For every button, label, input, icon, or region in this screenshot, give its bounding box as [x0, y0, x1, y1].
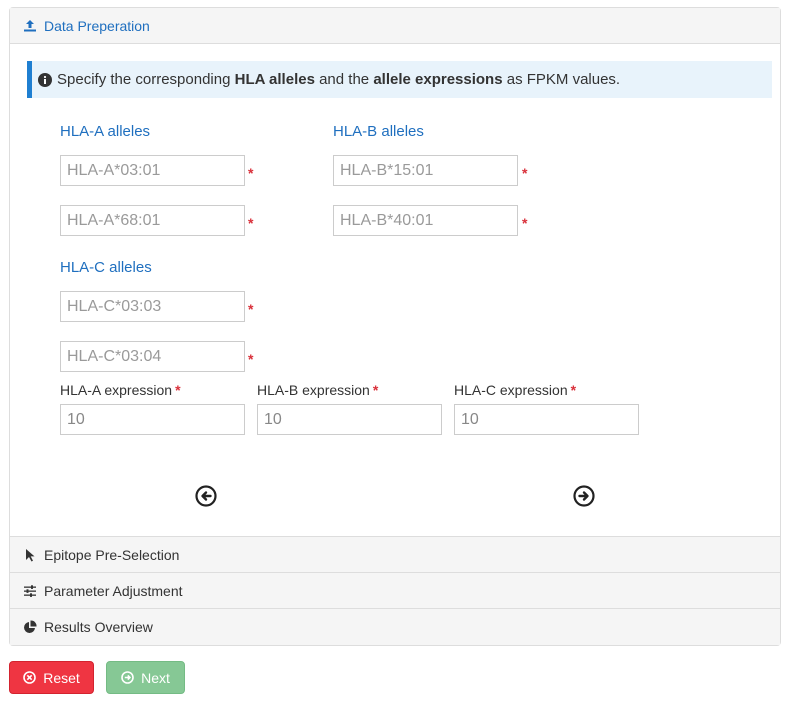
- upload-icon: [22, 18, 38, 34]
- required-marker: *: [522, 165, 528, 181]
- info-text: Specify the corresponding HLA alleles an…: [57, 71, 621, 88]
- hla-c-allele-2-input[interactable]: [60, 341, 245, 372]
- hla-a-title: HLA-A alleles: [60, 123, 151, 140]
- hla-b-title: HLA-B alleles: [333, 123, 424, 140]
- info-alert: Specify the corresponding HLA alleles an…: [27, 61, 772, 98]
- panel-title: Parameter Adjustment: [44, 582, 183, 599]
- arrow-circle-right-icon: [121, 671, 134, 684]
- panel-header-parameter-adjustment[interactable]: Parameter Adjustment: [10, 573, 780, 609]
- panel-header-epitope-pre-selection[interactable]: Epitope Pre-Selection: [10, 537, 780, 573]
- panel-header-data-preparation[interactable]: Data Preperation: [10, 8, 780, 44]
- pie-chart-icon: [22, 619, 38, 635]
- next-button[interactable]: Next: [106, 661, 185, 694]
- required-marker: *: [522, 215, 528, 231]
- required-marker: *: [248, 301, 254, 317]
- hla-c-expression-label: HLA-C expression *: [454, 382, 577, 398]
- required-marker: *: [248, 215, 254, 231]
- cursor-icon: [22, 547, 38, 563]
- next-label: Next: [141, 669, 170, 686]
- panel-header-results-overview[interactable]: Results Overview: [10, 609, 780, 645]
- required-marker: *: [248, 165, 254, 181]
- info-icon: [38, 72, 52, 87]
- previous-arrow-icon[interactable]: [195, 485, 217, 507]
- hla-b-expression-input[interactable]: [257, 404, 442, 435]
- hla-c-allele-1-input[interactable]: [60, 291, 245, 322]
- required-marker: *: [248, 351, 254, 367]
- panel-title: Data Preperation: [44, 17, 150, 34]
- hla-a-expression-input[interactable]: [60, 404, 245, 435]
- reset-button[interactable]: Reset: [9, 661, 94, 694]
- reset-circle-icon: [23, 671, 37, 684]
- sliders-icon: [22, 583, 38, 599]
- panel-title: Results Overview: [44, 619, 153, 635]
- hla-a-allele-1-input[interactable]: [60, 155, 245, 186]
- hla-a-allele-2-input[interactable]: [60, 205, 245, 236]
- panel-title: Epitope Pre-Selection: [44, 546, 180, 563]
- wizard-accordion: Data Preperation Specify the correspondi…: [9, 7, 781, 646]
- hla-b-allele-1-input[interactable]: [333, 155, 518, 186]
- reset-label: Reset: [43, 669, 80, 686]
- hla-b-allele-2-input[interactable]: [333, 205, 518, 236]
- hla-a-expression-label: HLA-A expression *: [60, 382, 181, 398]
- hla-b-expression-label: HLA-B expression *: [257, 382, 379, 398]
- hla-c-title: HLA-C alleles: [60, 259, 152, 276]
- hla-c-expression-input[interactable]: [454, 404, 639, 435]
- next-arrow-icon[interactable]: [573, 485, 595, 507]
- panel-body-data-preparation: Specify the corresponding HLA alleles an…: [10, 44, 780, 537]
